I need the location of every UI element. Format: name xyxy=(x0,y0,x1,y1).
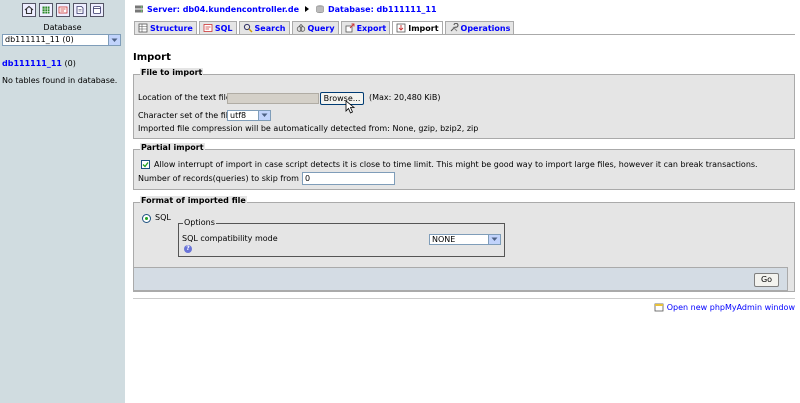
sidebar-database-count: (0) xyxy=(64,59,76,68)
breadcrumb: Server: db04.kundencontroller.de Databas… xyxy=(134,4,437,14)
options-legend: Options xyxy=(183,218,216,227)
file-to-import-legend: File to import xyxy=(140,68,204,77)
sidebar-database-link[interactable]: db111111_11 xyxy=(2,59,62,68)
tab-query[interactable]: Query xyxy=(291,21,339,34)
divider xyxy=(133,298,795,299)
database-icon xyxy=(315,4,325,14)
mouse-cursor-icon xyxy=(345,100,357,114)
navigation-sidebar: Database db111111_11 (0) db111111_11 (0)… xyxy=(0,0,125,403)
tab-label: Query xyxy=(307,23,335,33)
sidebar-database-entry: db111111_11 (0) xyxy=(2,59,125,68)
import-icon xyxy=(396,23,406,33)
allow-interrupt-checkbox[interactable] xyxy=(141,160,150,169)
operations-icon xyxy=(449,23,459,33)
tab-label: Export xyxy=(356,23,387,33)
tab-label: Operations xyxy=(460,23,511,33)
tab-label: Search xyxy=(254,23,286,33)
database-label: Database xyxy=(43,23,82,32)
file-path-field[interactable] xyxy=(227,93,319,104)
tab-label: Structure xyxy=(150,23,193,33)
sql-icon[interactable] xyxy=(56,3,70,17)
chevron-down-icon[interactable] xyxy=(488,235,500,244)
server-icon xyxy=(134,4,144,14)
page-title: Import xyxy=(133,52,171,63)
chevron-down-icon[interactable] xyxy=(258,111,270,120)
tab-operations[interactable]: Operations xyxy=(444,21,515,34)
partial-import-legend: Partial import xyxy=(140,143,205,152)
new-window-icon xyxy=(654,302,664,312)
chevron-down-icon[interactable] xyxy=(108,35,120,45)
search-icon xyxy=(243,23,253,33)
tab-structure[interactable]: Structure xyxy=(134,21,197,34)
partial-import-fieldset: Partial import Allow interrupt of import… xyxy=(133,143,795,190)
query-window-icon[interactable] xyxy=(90,3,104,17)
charset-label: Character set of the file: xyxy=(138,111,236,120)
radio-selected-dot xyxy=(145,217,148,220)
format-legend: Format of imported file xyxy=(140,196,247,205)
tab-export[interactable]: Export xyxy=(340,21,391,34)
tab-label: SQL xyxy=(214,23,233,33)
home-icon[interactable] xyxy=(22,3,36,17)
structure-icon xyxy=(138,23,148,33)
compat-mode-label: SQL compatibility mode xyxy=(182,234,278,243)
options-fieldset: Options SQL compatibility mode ? NONE xyxy=(178,218,505,257)
file-to-import-fieldset: File to import Location of the text file… xyxy=(133,68,795,139)
database-select-value: db111111_11 (0) xyxy=(5,35,74,44)
tab-search[interactable]: Search xyxy=(238,21,290,34)
no-tables-message: No tables found in database. xyxy=(2,76,118,85)
compression-note: Imported file compression will be automa… xyxy=(138,124,479,133)
new-window-link[interactable]: Open new phpMyAdmin window xyxy=(667,303,795,312)
go-button[interactable]: Go xyxy=(754,273,779,287)
breadcrumb-server-link[interactable]: Server: db04.kundencontroller.de xyxy=(147,5,299,14)
tab-sql[interactable]: SQL xyxy=(198,21,237,34)
breadcrumb-separator-icon xyxy=(305,6,309,12)
sidebar-icon-bar xyxy=(0,0,125,17)
tab-import[interactable]: Import xyxy=(392,21,443,34)
browse-button[interactable]: Browse... xyxy=(320,92,364,105)
export-icon xyxy=(345,23,355,33)
compat-mode-value: NONE xyxy=(432,235,456,244)
main-content: Server: db04.kundencontroller.de Databas… xyxy=(125,0,800,403)
docs-icon[interactable] xyxy=(73,3,87,17)
breadcrumb-database-link[interactable]: Database: db111111_11 xyxy=(328,5,437,14)
database-icon[interactable] xyxy=(39,3,53,17)
new-window-row: Open new phpMyAdmin window xyxy=(654,302,795,312)
skip-records-label: Number of records(queries) to skip from … xyxy=(138,174,321,183)
database-select[interactable]: db111111_11 (0) xyxy=(2,34,121,46)
sql-format-radio[interactable] xyxy=(142,214,151,223)
location-label: Location of the text file xyxy=(138,93,231,102)
tab-divider xyxy=(134,34,795,35)
skip-records-input[interactable]: 0 xyxy=(302,172,395,185)
submit-bar: Go xyxy=(133,267,788,291)
sql-format-label: SQL xyxy=(155,213,171,222)
query-icon xyxy=(296,23,306,33)
charset-select[interactable]: utf8 xyxy=(227,110,271,121)
max-size-label: (Max: 20,480 KiB) xyxy=(369,93,441,102)
tab-bar: Structure SQL Search Query Export Import… xyxy=(134,21,515,34)
tab-label: Import xyxy=(408,23,439,33)
sql-icon xyxy=(203,23,213,33)
help-icon[interactable]: ? xyxy=(184,245,192,253)
allow-interrupt-label: Allow interrupt of import in case script… xyxy=(154,160,758,169)
charset-select-value: utf8 xyxy=(230,111,247,120)
compat-mode-select[interactable]: NONE xyxy=(429,234,501,245)
